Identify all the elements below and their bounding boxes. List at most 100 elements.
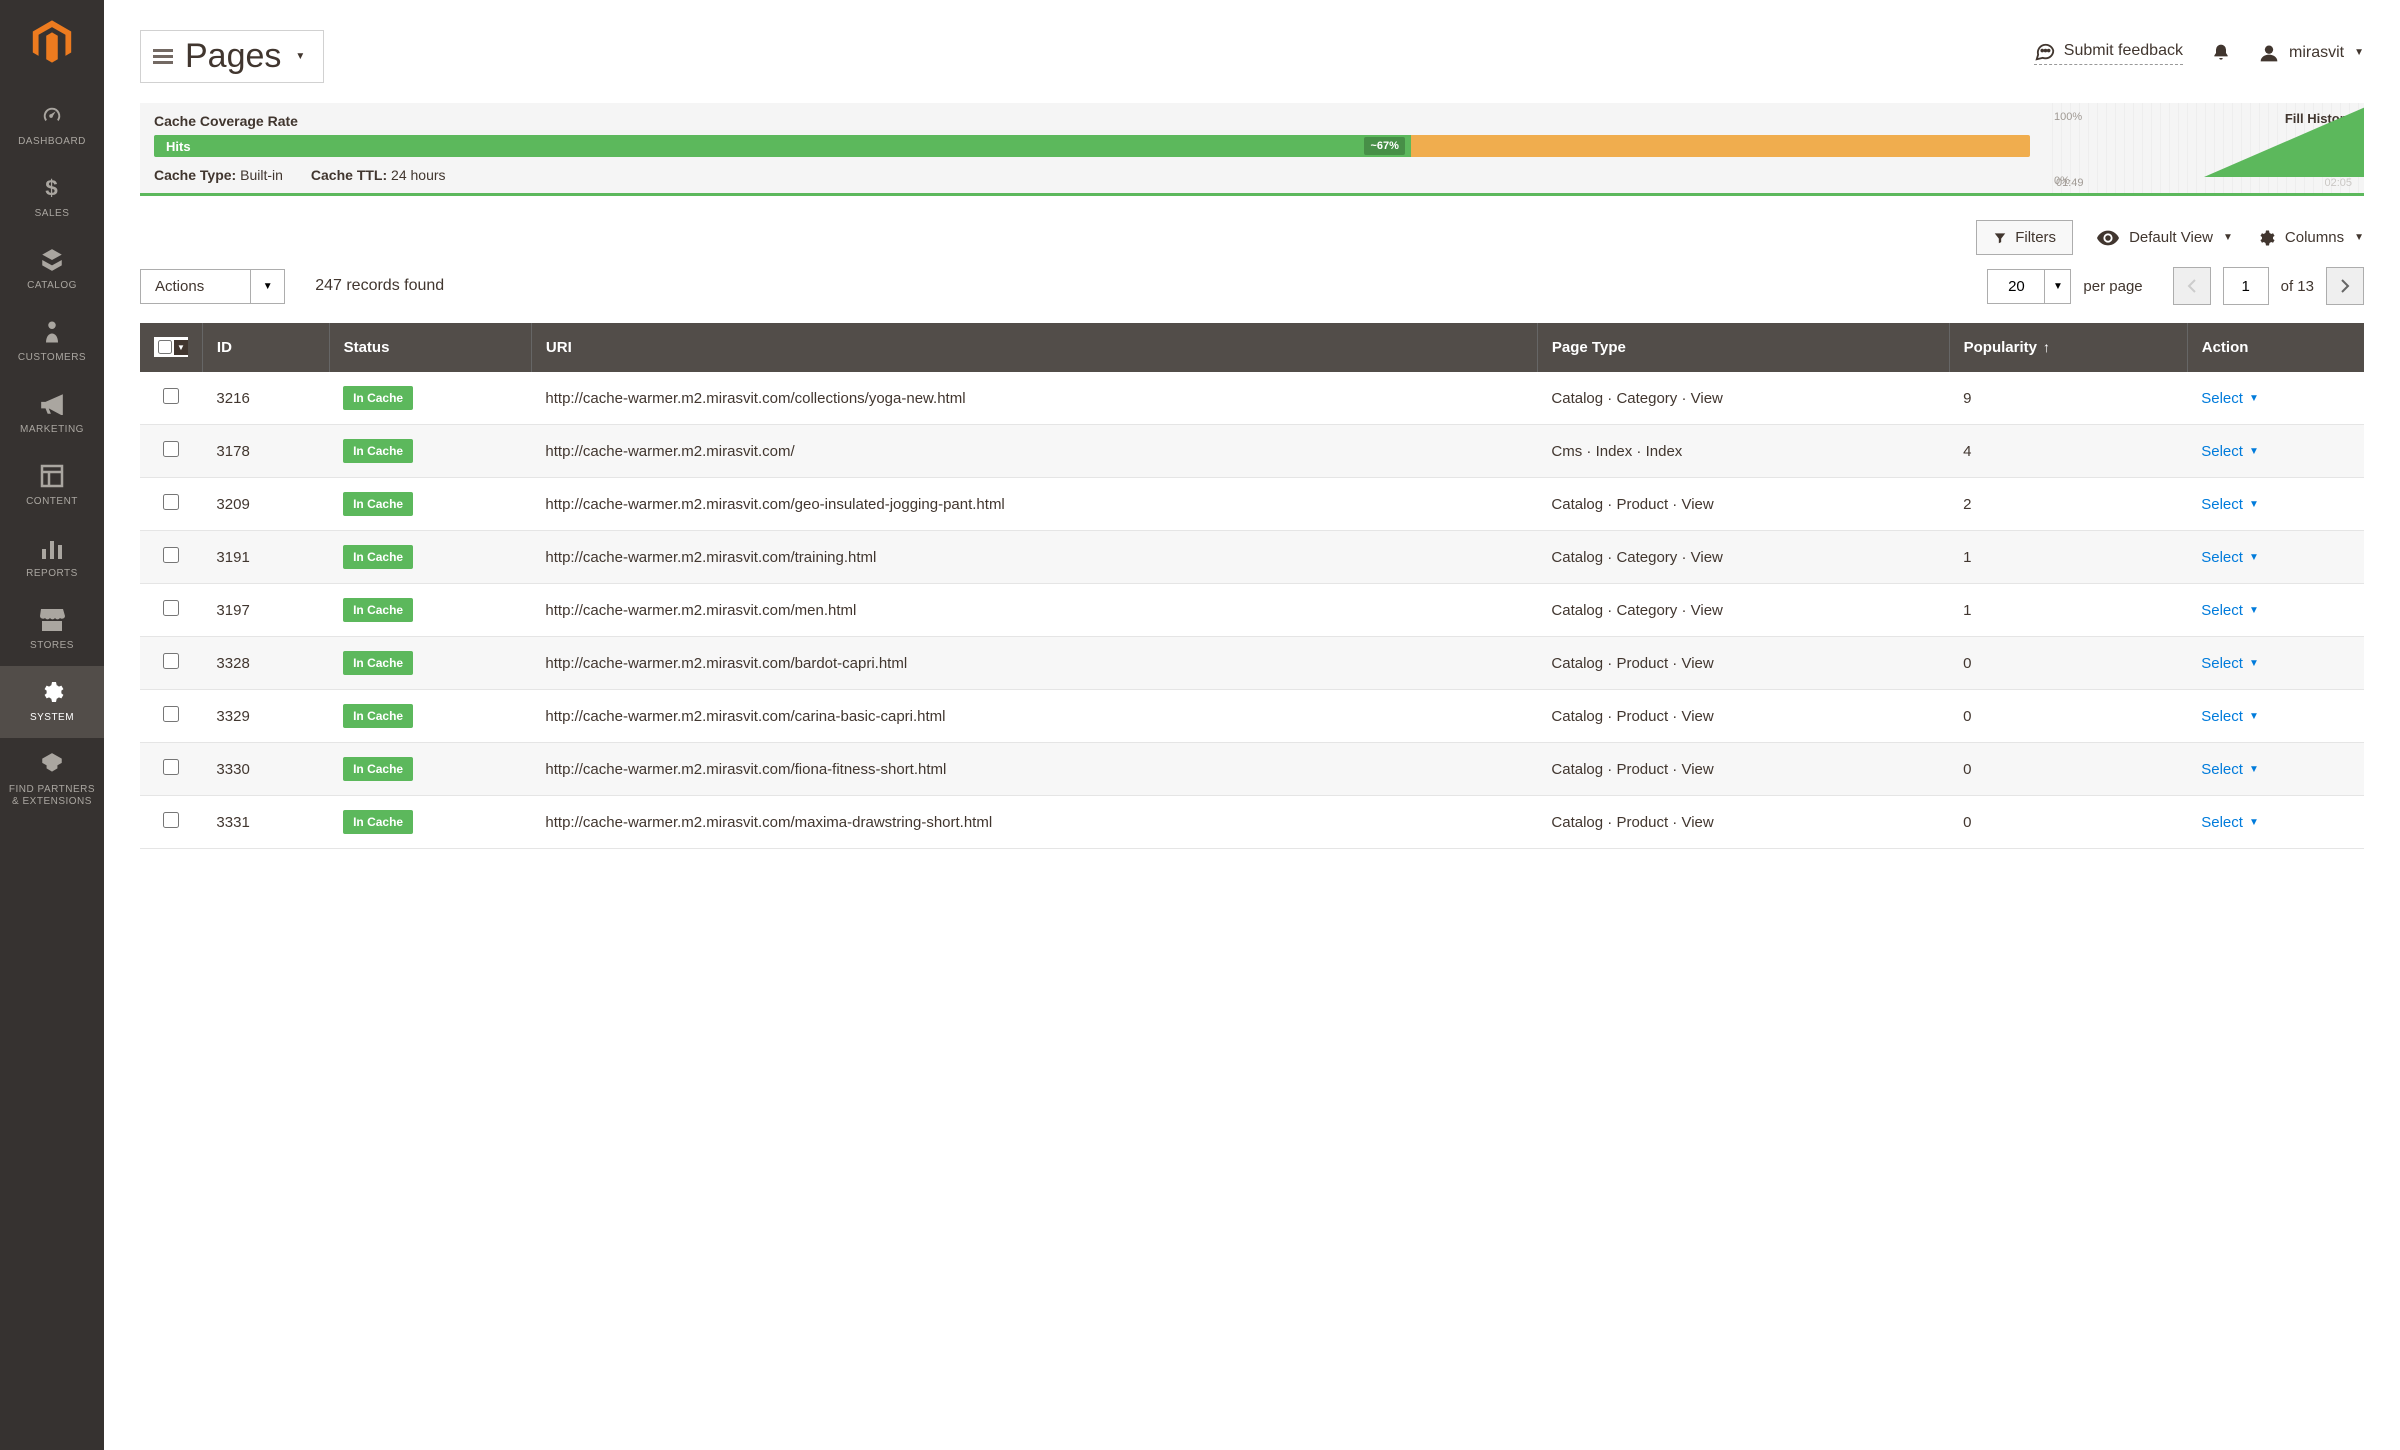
th-status[interactable]: Status	[329, 323, 531, 372]
row-checkbox[interactable]	[163, 653, 179, 669]
select-action-dropdown[interactable]: Select ▼	[2201, 655, 2259, 672]
row-checkbox[interactable]	[163, 706, 179, 722]
page-title: Pages	[185, 37, 281, 76]
prev-page-button[interactable]	[2173, 267, 2211, 305]
chevron-down-icon: ▼	[2354, 47, 2364, 58]
cell-id: 3216	[202, 372, 329, 425]
magento-logo[interactable]	[22, 12, 82, 72]
submit-feedback-link[interactable]: Submit feedback	[2034, 40, 2183, 65]
row-checkbox[interactable]	[163, 547, 179, 563]
chevron-down-icon: ▼	[250, 270, 284, 303]
row-checkbox[interactable]	[163, 812, 179, 828]
nav-partners[interactable]: FIND PARTNERS & EXTENSIONS	[0, 738, 104, 822]
nav-label: FIND PARTNERS & EXTENSIONS	[4, 784, 100, 808]
cell-id: 3178	[202, 425, 329, 478]
cache-type-label: Cache Type:	[154, 167, 236, 183]
sidebar: DASHBOARD$SALES CATALOG CUSTOMERSMARKETING…	[0, 0, 104, 1450]
table-row: 3329In Cachehttp://cache-warmer.m2.miras…	[140, 690, 2364, 743]
fill-history-chart: Fill History 100% 0% 01:49 02:05	[2044, 103, 2364, 193]
row-checkbox[interactable]	[163, 388, 179, 404]
row-checkbox[interactable]	[163, 759, 179, 775]
chevron-right-icon	[2340, 279, 2350, 293]
row-checkbox[interactable]	[163, 441, 179, 457]
nav-customers[interactable]: CUSTOMERS	[0, 306, 104, 378]
filters-button[interactable]: Filters	[1976, 220, 2073, 255]
cell-popularity: 9	[1949, 372, 2187, 425]
cell-popularity: 0	[1949, 796, 2187, 849]
records-found: 247 records found	[315, 277, 444, 295]
th-uri[interactable]: URI	[531, 323, 1537, 372]
select-action-dropdown[interactable]: Select ▼	[2201, 814, 2259, 831]
customers-icon	[38, 318, 66, 346]
nav-reports[interactable]: REPORTS	[0, 522, 104, 594]
chevron-down-icon: ▼	[2249, 764, 2259, 775]
next-page-button[interactable]	[2326, 267, 2364, 305]
default-view-dropdown[interactable]: Default View ▼	[2097, 229, 2233, 246]
select-action-dropdown[interactable]: Select ▼	[2201, 761, 2259, 778]
th-id[interactable]: ID	[202, 323, 329, 372]
select-action-dropdown[interactable]: Select ▼	[2201, 708, 2259, 725]
columns-dropdown[interactable]: Columns ▼	[2257, 229, 2364, 247]
cell-popularity: 0	[1949, 690, 2187, 743]
cell-uri: http://cache-warmer.m2.mirasvit.com/trai…	[531, 531, 1537, 584]
status-badge: In Cache	[343, 651, 413, 675]
cell-uri: http://cache-warmer.m2.mirasvit.com/men.…	[531, 584, 1537, 637]
per-page-select[interactable]: ▼	[1987, 269, 2071, 304]
dashboard-icon	[38, 102, 66, 130]
th-select-all[interactable]: ▼	[140, 323, 202, 372]
catalog-icon	[38, 246, 66, 274]
select-all-checkbox[interactable]	[158, 340, 172, 354]
per-page-input[interactable]	[1988, 270, 2044, 303]
status-badge: In Cache	[343, 810, 413, 834]
cell-id: 3330	[202, 743, 329, 796]
select-action-dropdown[interactable]: Select ▼	[2201, 443, 2259, 460]
table-row: 3216In Cachehttp://cache-warmer.m2.miras…	[140, 372, 2364, 425]
nav-stores[interactable]: STORES	[0, 594, 104, 666]
nav-dashboard[interactable]: DASHBOARD	[0, 90, 104, 162]
eye-icon	[2097, 230, 2119, 246]
chevron-down-icon: ▼	[2354, 232, 2364, 243]
cell-popularity: 1	[1949, 584, 2187, 637]
nav-label: CATALOG	[27, 280, 77, 292]
status-badge: In Cache	[343, 598, 413, 622]
th-action[interactable]: Action	[2187, 323, 2364, 372]
select-action-dropdown[interactable]: Select ▼	[2201, 549, 2259, 566]
cell-id: 3197	[202, 584, 329, 637]
row-checkbox[interactable]	[163, 494, 179, 510]
notifications-bell-icon[interactable]	[2211, 42, 2231, 64]
nav-marketing[interactable]: MARKETING	[0, 378, 104, 450]
row-checkbox[interactable]	[163, 600, 179, 616]
system-icon	[38, 678, 66, 706]
cell-page-type: Catalog · Product · View	[1537, 743, 1949, 796]
nav-content[interactable]: CONTENT	[0, 450, 104, 522]
cache-ttl-value: 24 hours	[391, 167, 445, 183]
cell-popularity: 0	[1949, 637, 2187, 690]
th-popularity[interactable]: Popularity↑	[1949, 323, 2187, 372]
status-badge: In Cache	[343, 439, 413, 463]
cell-page-type: Cms · Index · Index	[1537, 425, 1949, 478]
main-content: Pages ▼ Submit feedback mirasvit ▼ Cache…	[104, 0, 2400, 1450]
select-action-dropdown[interactable]: Select ▼	[2201, 496, 2259, 513]
filter-icon	[1993, 231, 2007, 245]
page-header: Pages ▼ Submit feedback mirasvit ▼	[104, 0, 2400, 103]
nav-sales[interactable]: $SALES	[0, 162, 104, 234]
actions-dropdown[interactable]: Actions ▼	[140, 269, 285, 304]
cell-id: 3328	[202, 637, 329, 690]
user-icon	[2259, 43, 2279, 63]
select-action-dropdown[interactable]: Select ▼	[2201, 390, 2259, 407]
cell-popularity: 0	[1949, 743, 2187, 796]
page-title-dropdown[interactable]: Pages ▼	[140, 30, 324, 83]
table-row: 3331In Cachehttp://cache-warmer.m2.miras…	[140, 796, 2364, 849]
user-account-dropdown[interactable]: mirasvit ▼	[2259, 43, 2364, 63]
cell-uri: http://cache-warmer.m2.mirasvit.com/bard…	[531, 637, 1537, 690]
content-icon	[38, 462, 66, 490]
th-page-type[interactable]: Page Type	[1537, 323, 1949, 372]
nav-catalog[interactable]: CATALOG	[0, 234, 104, 306]
cell-uri: http://cache-warmer.m2.mirasvit.com/maxi…	[531, 796, 1537, 849]
select-action-dropdown[interactable]: Select ▼	[2201, 602, 2259, 619]
page-input[interactable]	[2223, 267, 2269, 305]
nav-system[interactable]: SYSTEM	[0, 666, 104, 738]
chevron-down-icon: ▼	[2249, 711, 2259, 722]
status-badge: In Cache	[343, 757, 413, 781]
chevron-down-icon: ▼	[2249, 393, 2259, 404]
